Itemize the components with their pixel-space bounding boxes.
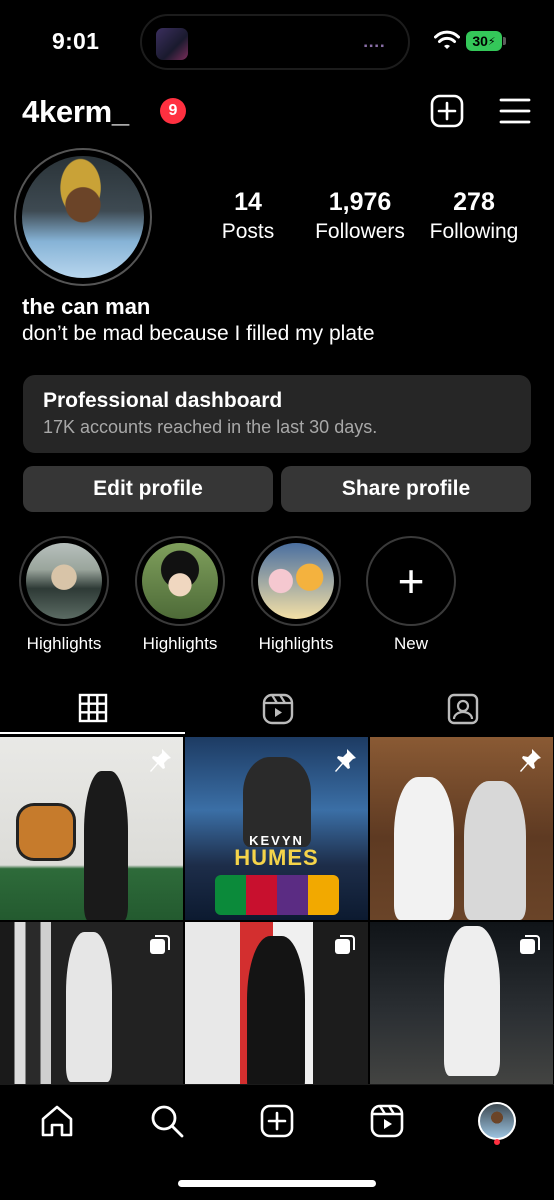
nav-reels-button[interactable]: [367, 1101, 407, 1141]
post-photo-subject: [394, 777, 454, 920]
home-icon: [41, 1105, 73, 1137]
home-indicator[interactable]: [178, 1180, 376, 1187]
tab-posts-grid[interactable]: [0, 684, 185, 734]
post-thumbnail[interactable]: [0, 922, 183, 1105]
highlight-label: Highlights: [26, 634, 102, 653]
profile-avatar-icon: [478, 1102, 516, 1140]
audio-waveform-icon: ▪▪▪▪: [363, 41, 386, 52]
notification-dot: [494, 1139, 500, 1145]
username[interactable]: 4kerm_: [22, 94, 129, 130]
highlight-cover-ring: [251, 536, 341, 626]
plus-square-icon[interactable]: [430, 94, 464, 128]
now-playing-artwork: [156, 28, 188, 60]
bio-text: don’t be mad because I filled my plate: [22, 322, 375, 345]
plus-icon: +: [397, 555, 425, 607]
post-photo-logos: [215, 875, 339, 915]
highlight-cover: [26, 543, 102, 619]
followers-label: Followers: [315, 220, 405, 243]
nav-create-button[interactable]: [257, 1101, 297, 1141]
posts-count: 14: [234, 188, 262, 216]
pin-icon: [150, 749, 171, 772]
new-highlight-button[interactable]: + New: [365, 536, 457, 654]
new-highlight-label: New: [393, 634, 428, 653]
carousel-icon: [150, 935, 170, 954]
post-thumbnail[interactable]: [185, 922, 368, 1105]
status-time: 9:01: [52, 28, 100, 54]
reels-icon: [262, 693, 293, 725]
battery-level: 30: [472, 33, 488, 49]
tagged-icon: [447, 693, 478, 725]
highlight-cover: [142, 543, 218, 619]
highlight-item[interactable]: Highlights: [250, 536, 342, 654]
share-profile-button[interactable]: Share profile: [281, 466, 531, 512]
carousel-icon: [520, 935, 540, 954]
highlight-cover-ring: [19, 536, 109, 626]
highlight-label: Highlights: [258, 634, 334, 653]
post-thumbnail[interactable]: KEVYN HUMES: [185, 737, 368, 920]
highlight-item[interactable]: Highlights: [18, 536, 110, 654]
professional-dashboard-card[interactable]: Professional dashboard 17K accounts reac…: [23, 375, 531, 453]
pin-icon: [335, 749, 356, 772]
post-photo-logo: [16, 803, 76, 861]
nav-search-button[interactable]: [147, 1101, 187, 1141]
battery-indicator: 30 ⚡: [466, 31, 502, 51]
dynamic-island[interactable]: ▪▪▪▪: [140, 14, 410, 70]
highlight-item[interactable]: Highlights: [134, 536, 226, 654]
profile-photo: [22, 156, 144, 278]
carousel-icon: [335, 935, 355, 954]
stat-posts[interactable]: 14 Posts: [208, 188, 288, 244]
following-count: 278: [453, 188, 495, 216]
profile-header: 4kerm_ 9: [0, 90, 554, 134]
nav-profile-button[interactable]: [477, 1101, 517, 1141]
post-thumbnail[interactable]: [370, 922, 553, 1105]
status-bar: 9:01 ▪▪▪▪ 30 ⚡: [0, 0, 554, 88]
highlight-label: Highlights: [142, 634, 218, 653]
stat-followers[interactable]: 1,976 Followers: [304, 188, 416, 244]
reels-icon: [370, 1104, 404, 1138]
post-photo-subject: [464, 781, 526, 920]
wifi-icon: [434, 30, 460, 49]
post-photo-subject: [444, 926, 500, 1076]
post-thumbnail[interactable]: [370, 737, 553, 920]
highlight-cover: [258, 543, 334, 619]
search-icon: [151, 1105, 184, 1138]
post-photo-subject: [247, 936, 305, 1096]
pin-icon: [520, 749, 541, 772]
create-icon: [260, 1104, 294, 1138]
posts-label: Posts: [221, 220, 275, 243]
new-highlight-ring: +: [366, 536, 456, 626]
dashboard-title: Professional dashboard: [43, 389, 283, 412]
post-photo-subject: [84, 771, 128, 920]
edit-profile-button[interactable]: Edit profile: [23, 466, 273, 512]
display-name: the can man: [22, 294, 151, 319]
followers-count: 1,976: [328, 188, 392, 216]
nav-home-button[interactable]: [37, 1101, 77, 1141]
post-thumbnail[interactable]: [0, 737, 183, 920]
tab-reels[interactable]: [185, 684, 370, 734]
stat-following[interactable]: 278 Following: [420, 188, 528, 244]
profile-avatar[interactable]: [14, 148, 152, 286]
dashboard-subtitle: 17K accounts reached in the last 30 days…: [43, 417, 378, 437]
battery-tip: [503, 37, 506, 45]
following-label: Following: [429, 220, 519, 243]
grid-icon: [78, 693, 107, 723]
highlight-cover-ring: [135, 536, 225, 626]
post-overlay-title: HUMES: [234, 845, 319, 870]
post-photo-subject: [66, 932, 112, 1082]
hamburger-menu-icon[interactable]: [498, 96, 532, 126]
notification-badge[interactable]: 9: [160, 98, 186, 124]
tab-tagged[interactable]: [370, 684, 554, 734]
